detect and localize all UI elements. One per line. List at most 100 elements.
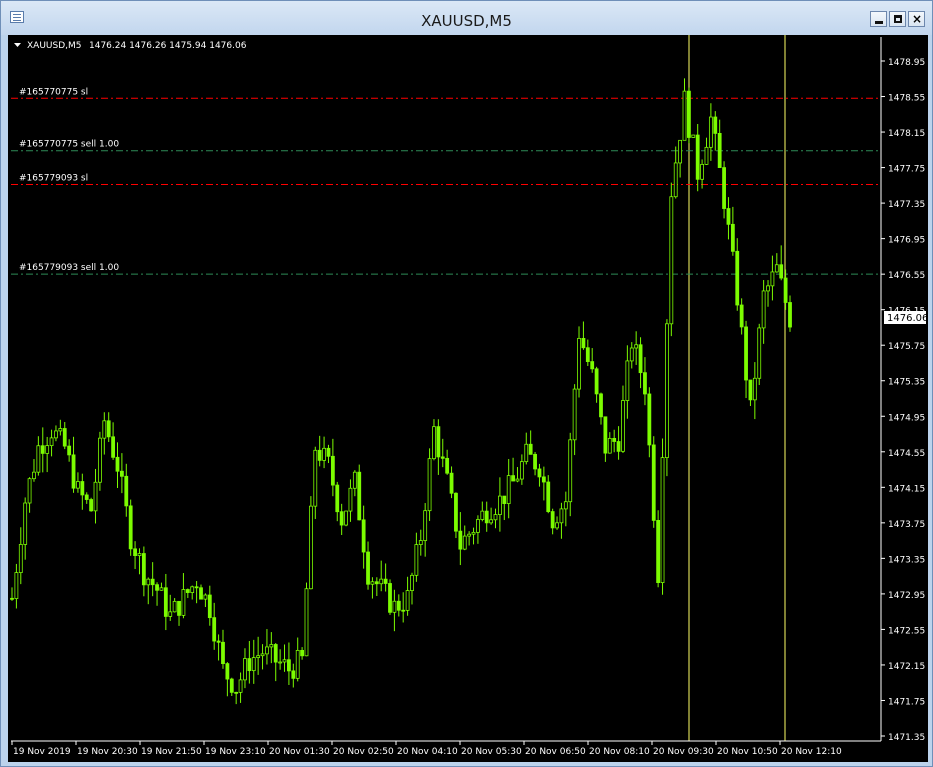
candle-body bbox=[212, 617, 217, 642]
candle-body bbox=[10, 597, 14, 600]
candle-body bbox=[396, 600, 401, 611]
price-tick-label: 1478.15 bbox=[888, 129, 925, 139]
candle-body bbox=[71, 454, 76, 489]
candle-body bbox=[418, 540, 423, 545]
candle-body bbox=[313, 449, 318, 507]
symbol-label: XAUUSD,M5 bbox=[27, 41, 82, 51]
candle-body bbox=[379, 578, 384, 585]
candle-body bbox=[221, 641, 225, 665]
candle-body bbox=[603, 416, 608, 454]
candle-body bbox=[40, 445, 45, 454]
candle-body bbox=[629, 347, 634, 362]
candle-body bbox=[207, 594, 212, 619]
candle-body bbox=[265, 646, 269, 655]
candle-body bbox=[546, 481, 551, 512]
price-tick-label: 1471.75 bbox=[888, 697, 925, 707]
candle-body bbox=[278, 661, 283, 664]
candle-body bbox=[141, 553, 146, 586]
candle-body bbox=[761, 290, 766, 329]
close-button[interactable]: × bbox=[908, 11, 925, 27]
chart-background bbox=[8, 35, 928, 762]
candle-body bbox=[695, 134, 700, 180]
candle-body bbox=[54, 430, 58, 439]
time-tick-label: 20 Nov 08:10 bbox=[589, 747, 650, 757]
window-title: XAUUSD,M5 bbox=[421, 12, 512, 30]
candle-body bbox=[656, 520, 661, 584]
time-tick-label: 19 Nov 2019 bbox=[13, 747, 71, 757]
candle-body bbox=[260, 653, 265, 657]
candle-body bbox=[62, 428, 67, 447]
candle-body bbox=[383, 578, 388, 584]
candle-body bbox=[14, 572, 19, 599]
candle-body bbox=[607, 437, 612, 454]
minimize-button[interactable] bbox=[870, 11, 887, 27]
candle-body bbox=[713, 116, 718, 134]
candle-body bbox=[766, 285, 770, 292]
candle-body bbox=[783, 277, 788, 303]
price-tick-label: 1478.95 bbox=[888, 58, 925, 68]
candle-body bbox=[177, 600, 181, 616]
candle-body bbox=[704, 146, 709, 165]
candle-body bbox=[585, 347, 590, 362]
candle-body bbox=[669, 196, 674, 325]
candle-body bbox=[330, 455, 335, 486]
price-tick-label: 1472.95 bbox=[888, 591, 925, 601]
candle-body bbox=[374, 581, 379, 585]
candle-body bbox=[770, 271, 775, 287]
candle-body bbox=[344, 510, 348, 526]
time-tick-label: 19 Nov 21:50 bbox=[141, 747, 202, 757]
candle-body bbox=[458, 530, 463, 550]
candle-body bbox=[568, 439, 573, 503]
candle-body bbox=[392, 600, 397, 613]
candle-body bbox=[115, 456, 120, 472]
candle-body bbox=[739, 304, 744, 328]
price-tick-label: 1474.95 bbox=[888, 413, 925, 423]
chart-area[interactable]: #165770775 sl #165770775 sell 1.00 #165779… bbox=[8, 35, 928, 762]
candle-body bbox=[423, 510, 428, 541]
candle-body bbox=[93, 481, 98, 512]
price-tick-label: 1472.55 bbox=[888, 626, 925, 636]
candle-body bbox=[251, 657, 256, 672]
price-tick-label: 1476.55 bbox=[888, 271, 925, 281]
price-chart[interactable]: #165770775 sl #165770775 sell 1.00 #165779… bbox=[8, 35, 928, 762]
candle-body bbox=[58, 428, 63, 432]
title-bar[interactable]: XAUUSD,M5 × bbox=[1, 1, 932, 35]
candle-body bbox=[788, 302, 792, 328]
candle-body bbox=[304, 588, 309, 657]
candle-body bbox=[541, 476, 546, 483]
candle-body bbox=[493, 514, 498, 521]
candle-body bbox=[449, 472, 454, 494]
candle-body bbox=[414, 544, 419, 576]
maximize-button[interactable] bbox=[889, 11, 906, 27]
candle-body bbox=[229, 678, 234, 693]
candle-body bbox=[84, 494, 89, 500]
candle-body bbox=[76, 481, 80, 489]
candle-body bbox=[471, 531, 476, 535]
candle-body bbox=[436, 426, 441, 458]
candle-body bbox=[779, 264, 784, 279]
candle-body bbox=[119, 470, 124, 477]
candle-body bbox=[722, 167, 726, 209]
candle-body bbox=[660, 457, 665, 584]
candle-body bbox=[287, 659, 291, 672]
candle-body bbox=[326, 447, 331, 457]
candle-body bbox=[515, 478, 520, 482]
candle-body bbox=[612, 437, 617, 442]
price-tick-label: 1476.95 bbox=[888, 236, 925, 246]
candle-body bbox=[89, 499, 94, 512]
candle-body bbox=[23, 502, 28, 545]
candle-body bbox=[150, 578, 155, 586]
time-tick-label: 19 Nov 20:30 bbox=[77, 747, 138, 757]
candle-body bbox=[155, 584, 159, 591]
candle-body bbox=[700, 164, 704, 180]
candle-body bbox=[146, 578, 151, 586]
chart-header: XAUUSD,M5 1476.24 1476.26 1475.94 1476.0… bbox=[14, 41, 247, 51]
price-tick-label: 1478.55 bbox=[888, 94, 925, 104]
candle-body bbox=[388, 583, 392, 613]
candle-body bbox=[524, 443, 529, 463]
candle-body bbox=[744, 326, 748, 381]
candle-body bbox=[691, 134, 696, 138]
price-tick-label: 1477.75 bbox=[888, 165, 925, 175]
candle-body bbox=[243, 658, 247, 681]
candle-body bbox=[726, 208, 731, 225]
